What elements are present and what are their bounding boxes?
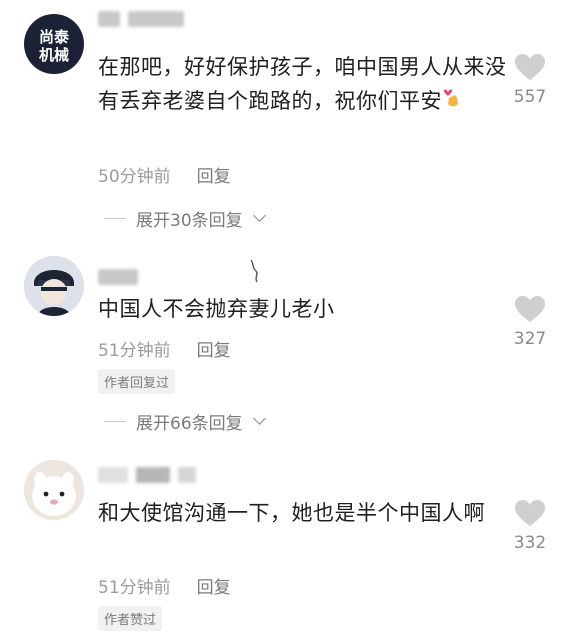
- like-count: 332: [513, 533, 547, 553]
- expand-replies-button[interactable]: 展开66条回复: [104, 409, 266, 434]
- chevron-down-icon: [252, 209, 266, 222]
- like-count: 557: [513, 87, 547, 107]
- heart-icon: [515, 500, 545, 526]
- comment-text: 在那吧，好好保护孩子，咱中国男人从来没有丢弃老婆自个跑路的，祝你们平安: [98, 50, 508, 118]
- heart-icon: [515, 296, 545, 322]
- avatar[interactable]: [24, 460, 84, 520]
- divider-line: [104, 421, 126, 422]
- author-liked-badge: 作者赞过: [98, 606, 163, 631]
- reply-button[interactable]: 回复: [197, 336, 231, 361]
- expand-replies-label: 展开30条回复: [136, 211, 243, 231]
- username-blurred[interactable]: [98, 10, 184, 28]
- avatar[interactable]: [24, 256, 84, 316]
- heart-icon: [515, 54, 545, 80]
- comment-time: 50分钟前: [98, 167, 171, 187]
- stray-mark-icon: [250, 259, 258, 283]
- expand-replies-label: 展开66条回复: [136, 414, 243, 434]
- username-blurred[interactable]: [98, 466, 196, 484]
- avatar[interactable]: 尚泰 机械: [24, 14, 84, 74]
- like-button[interactable]: 332: [505, 500, 555, 553]
- comment-meta: 51分钟前 回复: [98, 336, 231, 361]
- reply-button[interactable]: 回复: [197, 162, 231, 187]
- author-replied-badge: 作者回复过: [98, 369, 176, 394]
- reply-button[interactable]: 回复: [197, 573, 231, 598]
- expand-replies-button[interactable]: 展开30条回复: [104, 206, 266, 231]
- heart-fingers-emoji-icon: [442, 84, 462, 118]
- comment-text: 和大使馆沟通一下，她也是半个中国人啊: [98, 501, 485, 525]
- comment-meta: 51分钟前 回复: [98, 573, 231, 598]
- avatar-logo-text: 机械: [39, 46, 69, 64]
- avatar-logo-text: 尚泰: [39, 28, 70, 46]
- like-button[interactable]: 327: [505, 296, 555, 349]
- comment-time: 51分钟前: [98, 578, 171, 598]
- comment-time: 51分钟前: [98, 341, 171, 361]
- username-blurred[interactable]: [98, 268, 138, 286]
- like-button[interactable]: 557: [505, 54, 555, 107]
- comment-text: 中国人不会抛弃妻儿老小: [98, 297, 335, 321]
- like-count: 327: [513, 329, 547, 349]
- comment-meta: 50分钟前 回复: [98, 162, 231, 187]
- divider-line: [104, 218, 126, 219]
- chevron-down-icon: [252, 412, 266, 425]
